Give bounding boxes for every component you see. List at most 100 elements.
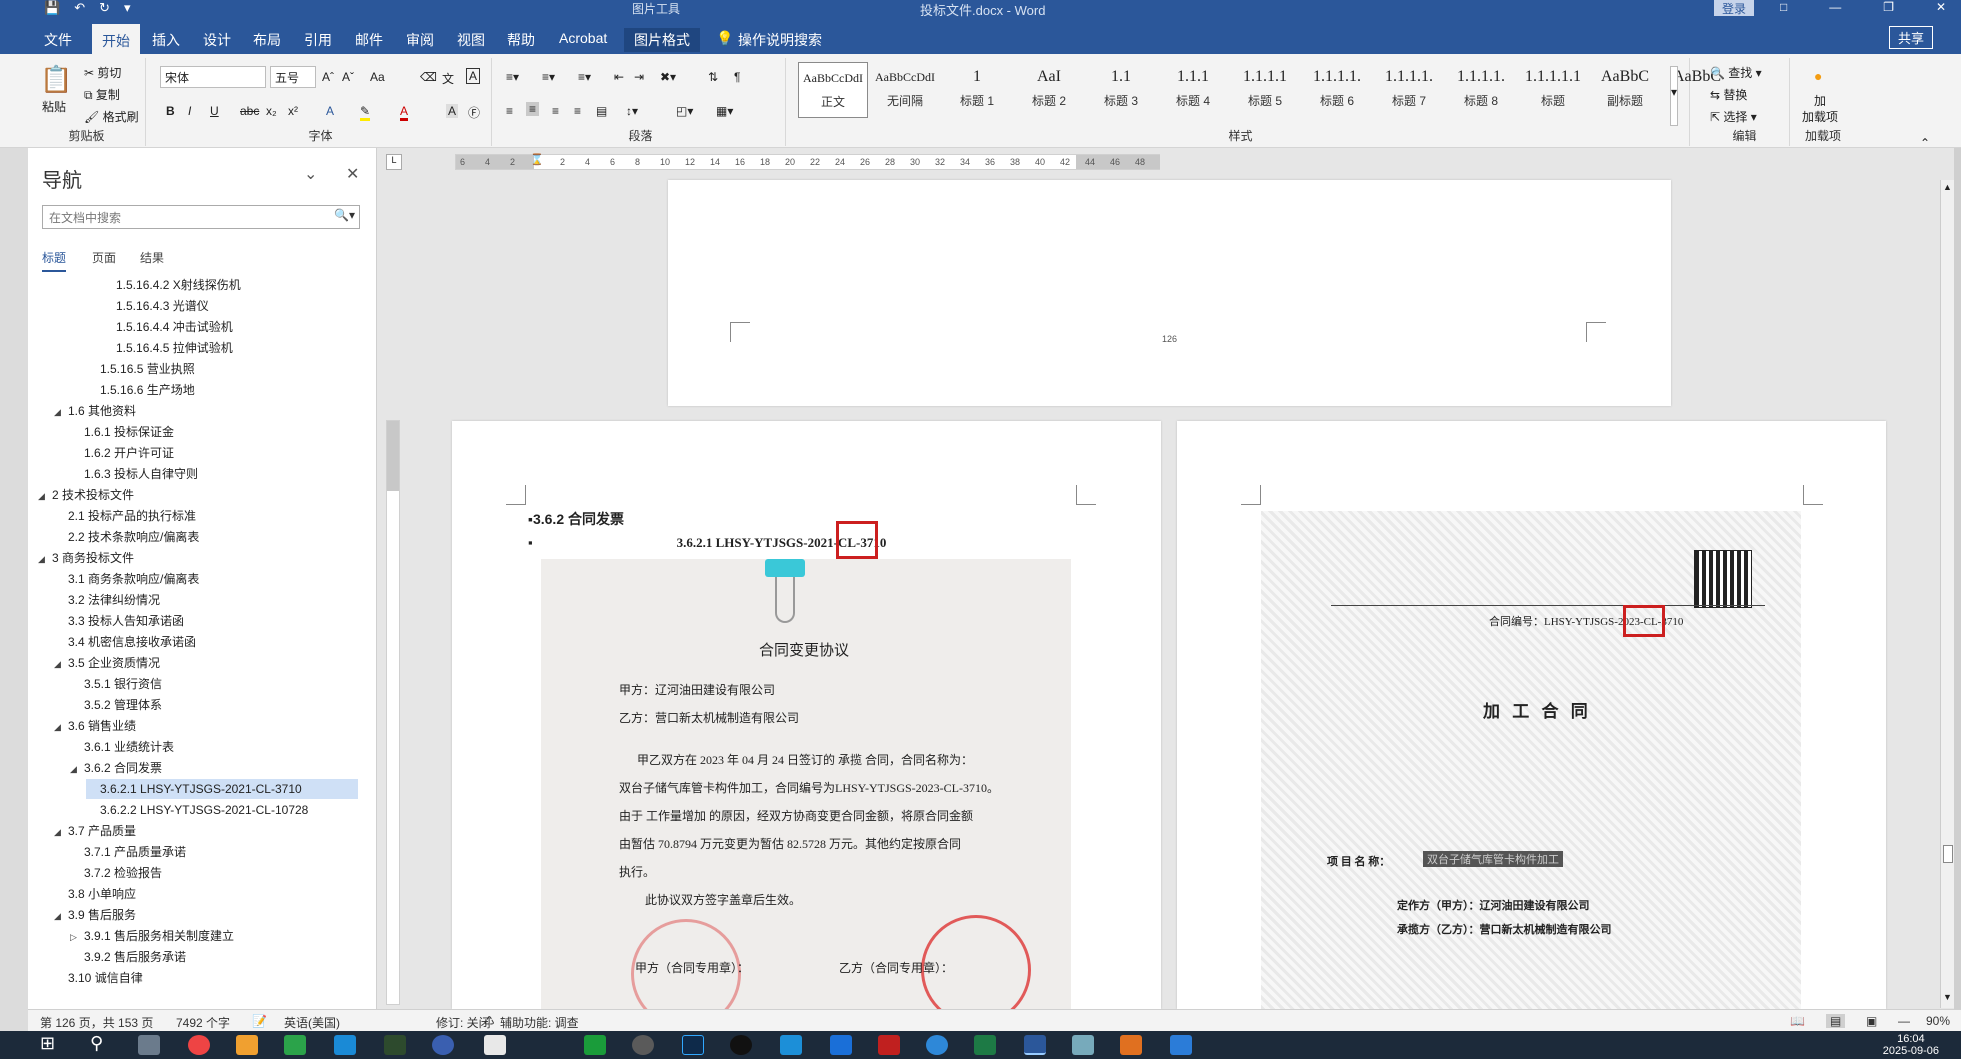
line-spacing-icon[interactable]: ↕▾ <box>626 104 638 118</box>
superscript-button[interactable]: x² <box>288 104 298 118</box>
chrome-icon[interactable] <box>188 1035 210 1055</box>
print-layout-icon[interactable]: ▤ <box>1826 1014 1846 1028</box>
style-item[interactable]: 1.1.1.1. 标题 6 <box>1302 62 1372 118</box>
nav-tab-results[interactable]: 结果 <box>140 249 164 266</box>
app-icon-cloud[interactable] <box>780 1035 802 1055</box>
scroll-up-icon[interactable]: ▲ <box>1943 182 1952 192</box>
edge-icon[interactable] <box>926 1035 948 1055</box>
redo-icon[interactable]: ↻ <box>99 0 110 16</box>
accessibility-icon[interactable]: ♺ <box>484 1014 495 1028</box>
nav-heading-item[interactable]: 1.5.16.6 生产场地 <box>86 380 195 400</box>
amendment-scan-image[interactable]: 合同变更协议 甲方：辽河油田建设有限公司 乙方：营口新太机械制造有限公司 甲乙双… <box>541 559 1071 1009</box>
app-icon-gray[interactable] <box>632 1035 654 1055</box>
shrink-font-icon[interactable]: Aˇ <box>342 70 354 84</box>
login-button[interactable]: 登录 <box>1714 0 1755 16</box>
expand-collapse-icon[interactable]: ◢ <box>54 822 68 842</box>
expand-collapse-icon[interactable]: ◢ <box>54 906 68 926</box>
app-icon-orange[interactable] <box>1120 1035 1142 1055</box>
system-clock[interactable]: 16:04 2025-09-06 <box>1883 1033 1939 1057</box>
nav-heading-item[interactable]: 3.7.1 产品质量承诺 <box>70 842 186 862</box>
style-item[interactable]: 1.1 标题 3 <box>1086 62 1156 118</box>
multilevel-icon[interactable]: ≡▾ <box>578 70 591 84</box>
style-item[interactable]: 1.1.1.1.1 标题 <box>1518 62 1588 118</box>
undo-icon[interactable]: ↶ <box>74 0 85 16</box>
justify-icon[interactable]: ≡ <box>574 104 581 118</box>
tab-view[interactable]: 视图 <box>447 28 495 52</box>
page-127[interactable]: ▪3.6.2 合同发票 ▪ 3.6.2.1 LHSY-YTJSGS-2021-CL… <box>452 421 1161 1009</box>
addin-char[interactable]: 加 <box>1814 92 1826 109</box>
minimize-icon[interactable]: — <box>1829 0 1841 14</box>
nav-heading-item[interactable]: 3.6.2.1 LHSY-YTJSGS-2021-CL-3710 <box>86 779 358 799</box>
highlight-icon[interactable]: ✎ <box>360 104 371 121</box>
paste-icon[interactable]: 📋 <box>40 64 72 95</box>
status-page-count[interactable]: 第 126 页，共 153 页 <box>40 1014 153 1031</box>
enclose-char-icon[interactable]: Ⓕ <box>468 104 480 121</box>
taskbar-search-icon[interactable]: ⚲ <box>90 1033 103 1054</box>
nav-heading-item[interactable]: ◢ 3.6 销售业绩 <box>54 716 136 736</box>
calculator-icon[interactable] <box>138 1035 160 1055</box>
distributed-icon[interactable]: ▤ <box>596 104 607 118</box>
decrease-indent-icon[interactable]: ⇤ <box>614 70 624 84</box>
style-item[interactable]: 1.1.1.1. 标题 8 <box>1446 62 1516 118</box>
style-item[interactable]: AaBbCcDdI 无间隔 <box>870 62 940 118</box>
strikethrough-button[interactable]: abc <box>240 104 259 118</box>
style-item[interactable]: 1.1.1.1. 标题 7 <box>1374 62 1444 118</box>
nav-heading-item[interactable]: ◢ 3.5 企业资质情况 <box>54 653 160 673</box>
nav-heading-item[interactable]: 3.5.1 银行资信 <box>70 674 162 694</box>
tab-selector[interactable]: L <box>386 154 402 170</box>
nav-heading-item[interactable]: 1.5.16.4.3 光谱仪 <box>102 296 209 316</box>
clear-format-icon[interactable]: ⌫ <box>420 70 437 84</box>
vertical-scrollbar[interactable]: ▲ ▼ <box>1940 180 1954 1008</box>
tab-insert[interactable]: 插入 <box>142 28 190 52</box>
search-icon[interactable]: 🔍▾ <box>334 208 355 222</box>
nav-heading-item[interactable]: ◢ 3.7 产品质量 <box>54 821 136 841</box>
tab-review[interactable]: 审阅 <box>396 28 444 52</box>
nav-heading-item[interactable]: 3.5.2 管理体系 <box>70 695 162 715</box>
nav-heading-item[interactable]: 1.5.16.4.5 拉伸试验机 <box>102 338 233 358</box>
page-126[interactable]: 126 <box>668 180 1671 406</box>
status-word-count[interactable]: 7492 个字 <box>176 1014 230 1031</box>
tab-mailings[interactable]: 邮件 <box>345 28 393 52</box>
grow-font-icon[interactable]: Aˆ <box>322 70 334 84</box>
phonetic-icon[interactable]: 文 <box>442 70 454 87</box>
expand-collapse-icon[interactable]: ◢ <box>38 486 52 506</box>
app-icon-window[interactable] <box>1170 1035 1192 1055</box>
nav-heading-item[interactable]: ◢ 3.9 售后服务 <box>54 905 136 925</box>
tab-picture-format[interactable]: 图片格式 <box>624 28 700 52</box>
align-center-icon[interactable]: ≡ <box>526 102 540 116</box>
font-color-icon[interactable]: A <box>400 104 409 121</box>
cut-button[interactable]: ✂ 剪切 <box>84 64 121 81</box>
replace-button[interactable]: ⇆ 替换 <box>1710 86 1747 103</box>
app-icon-notes[interactable] <box>1072 1035 1094 1055</box>
align-left-icon[interactable]: ≡ <box>506 104 513 118</box>
style-item[interactable]: 1.1.1 标题 4 <box>1158 62 1228 118</box>
nav-close-icon[interactable]: ✕ <box>346 164 359 184</box>
shading-icon[interactable]: ◰▾ <box>676 104 693 118</box>
style-item[interactable]: AaBbC 副标题 <box>1590 62 1660 118</box>
subscript-button[interactable]: x₂ <box>266 104 277 118</box>
app-icon-search[interactable] <box>830 1035 852 1055</box>
horizontal-ruler[interactable]: 6 4 2 2 4 6 8 10 12 14 16 18 20 22 24 26 28 30 32 34 36 38 40 4… <box>455 154 1160 170</box>
web-layout-icon[interactable]: ▣ <box>1866 1014 1877 1028</box>
sort-icon[interactable]: ⇅ <box>708 70 718 84</box>
style-item[interactable]: AaI 标题 2 <box>1014 62 1084 118</box>
share-button[interactable]: 共享 <box>1888 26 1933 49</box>
nav-heading-item[interactable]: 1.6.3 投标人自律守则 <box>70 464 198 484</box>
contract-scan-image[interactable]: 合同编号：LHSY-YTJSGS-2023-CL-3710 加 工 合 同 项 … <box>1261 511 1801 1009</box>
select-button[interactable]: ⇱ 选择 ▾ <box>1710 108 1757 125</box>
underline-button[interactable]: U <box>210 104 219 118</box>
copy-button[interactable]: ⧉ 复制 <box>84 86 120 103</box>
page-128[interactable]: 合同编号：LHSY-YTJSGS-2023-CL-3710 加 工 合 同 项 … <box>1177 421 1886 1009</box>
zoom-out-icon[interactable]: — <box>1898 1014 1910 1028</box>
vertical-ruler[interactable] <box>386 420 400 1005</box>
status-zoom[interactable]: 90% <box>1926 1014 1950 1028</box>
text-effects-icon[interactable]: A <box>326 104 334 118</box>
nav-heading-item[interactable]: 2.2 技术条款响应/偏离表 <box>54 527 199 547</box>
tab-layout[interactable]: 布局 <box>243 28 291 52</box>
expand-collapse-icon[interactable]: ◢ <box>70 759 84 779</box>
font-size-select[interactable]: 五号 <box>270 66 316 88</box>
nav-heading-item[interactable]: 3.3 投标人告知承诺函 <box>54 611 184 631</box>
app-icon[interactable] <box>236 1035 258 1055</box>
nav-tab-pages[interactable]: 页面 <box>92 249 116 266</box>
style-item[interactable]: AaBbCcDdI 正文 <box>798 62 868 118</box>
